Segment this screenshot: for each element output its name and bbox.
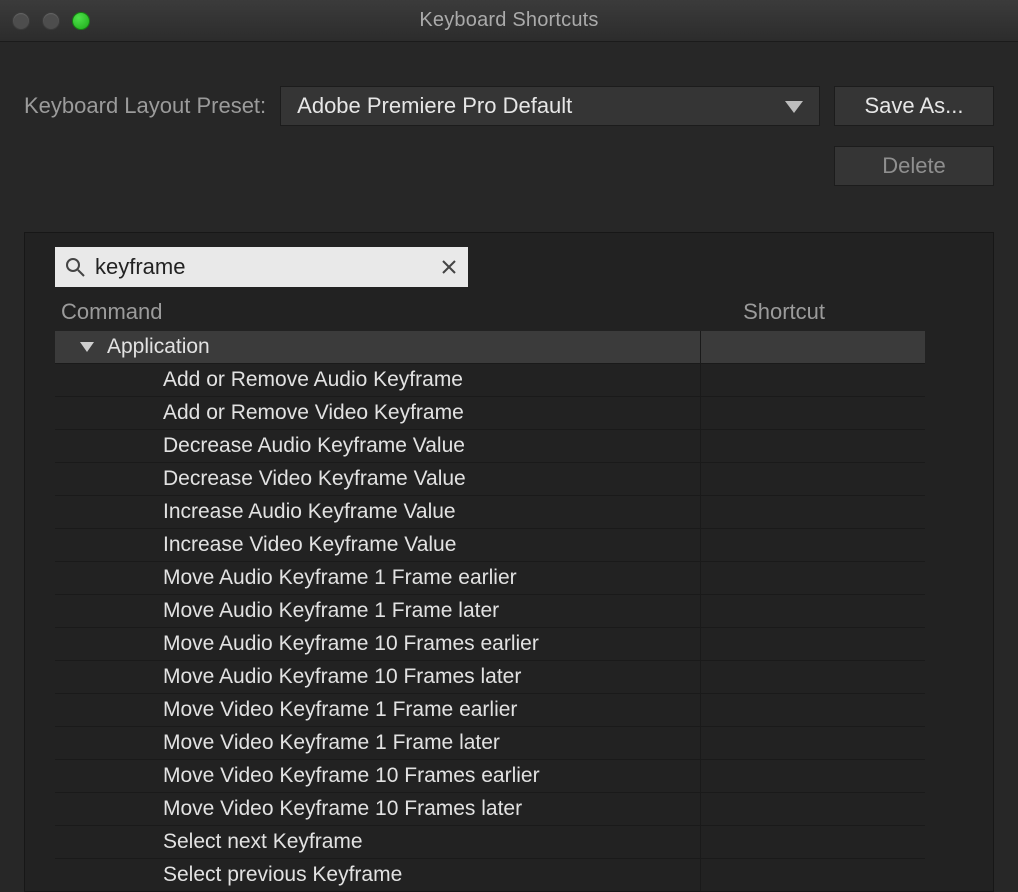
shortcut-cell[interactable] xyxy=(700,661,925,693)
table-row[interactable]: Decrease Video Keyframe Value xyxy=(55,463,925,496)
delete-button[interactable]: Delete xyxy=(834,146,994,186)
table-row[interactable]: Move Audio Keyframe 1 Frame earlier xyxy=(55,562,925,595)
table-row[interactable]: Select next Keyframe xyxy=(55,826,925,859)
table-row[interactable]: Move Audio Keyframe 10 Frames later xyxy=(55,661,925,694)
command-label: Select previous Keyframe xyxy=(163,863,700,887)
window-minimize-button[interactable] xyxy=(42,12,60,30)
table-row[interactable]: Increase Audio Keyframe Value xyxy=(55,496,925,529)
command-label: Move Video Keyframe 1 Frame earlier xyxy=(163,698,700,722)
shortcut-cell[interactable] xyxy=(700,826,925,858)
shortcut-cell[interactable] xyxy=(700,595,925,627)
command-label: Move Video Keyframe 1 Frame later xyxy=(163,731,700,755)
shortcut-cell[interactable] xyxy=(700,364,925,396)
header-shortcut: Shortcut xyxy=(743,299,825,325)
table-row[interactable]: Move Video Keyframe 10 Frames earlier xyxy=(55,760,925,793)
command-label: Select next Keyframe xyxy=(163,830,700,854)
command-label: Increase Video Keyframe Value xyxy=(163,533,700,557)
delete-label: Delete xyxy=(882,153,946,179)
search-box xyxy=(55,247,468,287)
shortcut-cell[interactable] xyxy=(700,397,925,429)
shortcut-cell[interactable] xyxy=(700,430,925,462)
command-label: Move Video Keyframe 10 Frames earlier xyxy=(163,764,700,788)
command-label: Add or Remove Audio Keyframe xyxy=(163,368,700,392)
table-row[interactable]: Select previous Keyframe xyxy=(55,859,925,891)
command-label: Move Audio Keyframe 10 Frames later xyxy=(163,665,700,689)
table-row[interactable]: Increase Video Keyframe Value xyxy=(55,529,925,562)
preset-row: Keyboard Layout Preset: Adobe Premiere P… xyxy=(0,42,1018,126)
shortcut-cell[interactable] xyxy=(700,562,925,594)
shortcut-cell[interactable] xyxy=(700,694,925,726)
title-bar: Keyboard Shortcuts xyxy=(0,0,1018,42)
command-label: Move Audio Keyframe 1 Frame earlier xyxy=(163,566,700,590)
shortcuts-panel: Command Shortcut Application Add or Remo… xyxy=(24,232,994,892)
group-label: Application xyxy=(107,335,700,359)
search-input[interactable] xyxy=(95,254,430,280)
command-label: Move Audio Keyframe 10 Frames earlier xyxy=(163,632,700,656)
shortcut-cell[interactable] xyxy=(700,859,925,891)
preset-dropdown-value: Adobe Premiere Pro Default xyxy=(297,93,572,119)
table-row[interactable]: Move Video Keyframe 1 Frame later xyxy=(55,727,925,760)
header-command: Command xyxy=(61,299,162,325)
command-label: Increase Audio Keyframe Value xyxy=(163,500,700,524)
clear-icon[interactable] xyxy=(440,258,458,276)
disclosure-triangle-icon[interactable] xyxy=(75,342,99,352)
table-row[interactable]: Decrease Audio Keyframe Value xyxy=(55,430,925,463)
window-close-button[interactable] xyxy=(12,12,30,30)
table-row[interactable]: Move Video Keyframe 10 Frames later xyxy=(55,793,925,826)
search-icon xyxy=(65,257,85,277)
table-group-row[interactable]: Application xyxy=(55,331,925,364)
command-label: Decrease Audio Keyframe Value xyxy=(163,434,700,458)
shortcuts-table: Application Add or Remove Audio Keyframe… xyxy=(55,331,925,891)
table-row[interactable]: Move Video Keyframe 1 Frame earlier xyxy=(55,694,925,727)
table-row[interactable]: Move Audio Keyframe 10 Frames earlier xyxy=(55,628,925,661)
window-zoom-button[interactable] xyxy=(72,12,90,30)
preset-dropdown[interactable]: Adobe Premiere Pro Default xyxy=(280,86,820,126)
preset-label: Keyboard Layout Preset: xyxy=(24,93,266,119)
save-as-button[interactable]: Save As... xyxy=(834,86,994,126)
window-title: Keyboard Shortcuts xyxy=(419,9,598,32)
command-label: Move Video Keyframe 10 Frames later xyxy=(163,797,700,821)
shortcut-cell[interactable] xyxy=(700,463,925,495)
shortcut-cell[interactable] xyxy=(700,727,925,759)
command-label: Add or Remove Video Keyframe xyxy=(163,401,700,425)
shortcut-cell[interactable] xyxy=(700,628,925,660)
table-row[interactable]: Move Audio Keyframe 1 Frame later xyxy=(55,595,925,628)
shortcut-cell[interactable] xyxy=(700,760,925,792)
shortcut-cell[interactable] xyxy=(700,529,925,561)
save-as-label: Save As... xyxy=(864,93,963,119)
traffic-lights xyxy=(12,12,90,30)
table-headers: Command Shortcut xyxy=(53,299,925,329)
command-label: Move Audio Keyframe 1 Frame later xyxy=(163,599,700,623)
command-label: Decrease Video Keyframe Value xyxy=(163,467,700,491)
table-row[interactable]: Add or Remove Audio Keyframe xyxy=(55,364,925,397)
chevron-down-icon xyxy=(785,93,803,119)
shortcut-cell[interactable] xyxy=(700,331,925,363)
shortcut-cell[interactable] xyxy=(700,496,925,528)
table-row[interactable]: Add or Remove Video Keyframe xyxy=(55,397,925,430)
shortcut-cell[interactable] xyxy=(700,793,925,825)
